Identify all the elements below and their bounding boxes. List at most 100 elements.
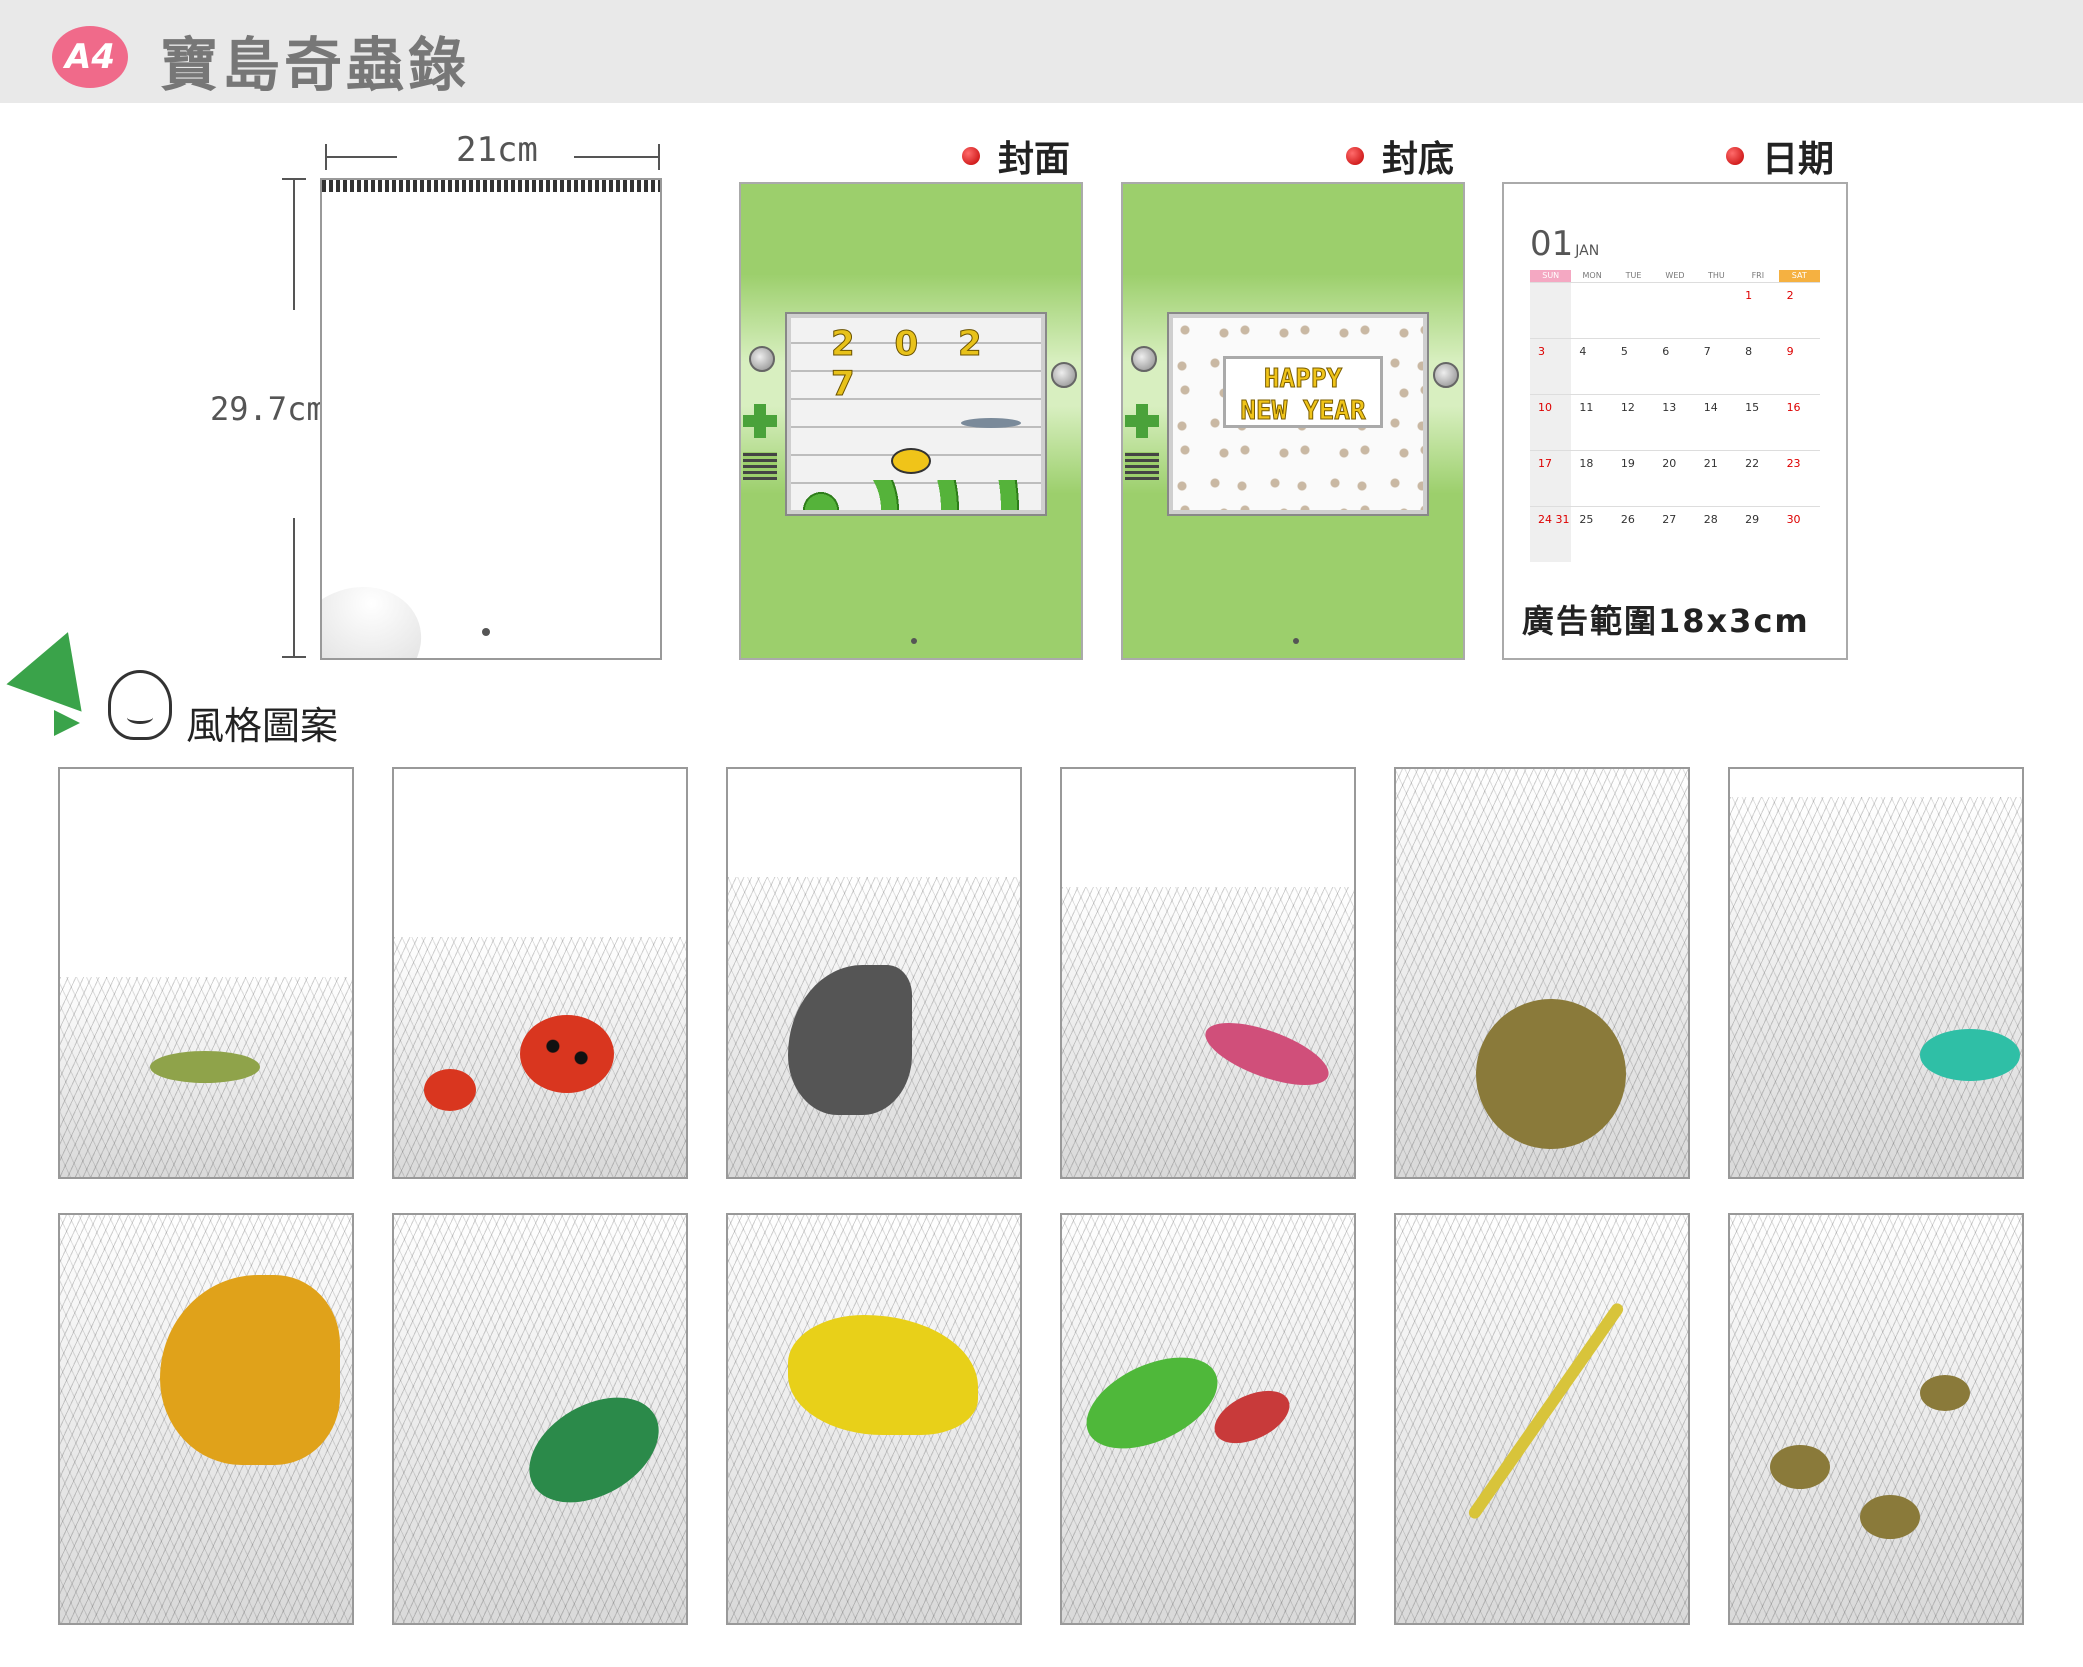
- cover-label-text: 封面: [998, 139, 1071, 180]
- cover-section-label: 封面: [962, 130, 1070, 182]
- greeting-box: HAPPY NEW YEAR: [1223, 356, 1383, 428]
- day-cell: 18: [1579, 457, 1594, 470]
- butterfly-icon: [891, 448, 931, 474]
- style-thumbnail-swallowtail[interactable]: [726, 767, 1022, 1179]
- day-cell: 16: [1786, 401, 1801, 414]
- day-cell: 21: [1703, 457, 1718, 470]
- day-cell: 26: [1620, 513, 1635, 526]
- calendar-week-row: 24 31 25 26 27 28 29 30: [1530, 506, 1820, 562]
- day-cell: 11: [1579, 401, 1594, 414]
- back-section-label: 封底: [1346, 130, 1454, 182]
- month-abbr: JAN: [1575, 243, 1600, 259]
- knob-icon: [749, 346, 775, 372]
- day-cell: 9: [1786, 345, 1794, 358]
- style-thumbnail-ladybug[interactable]: [392, 767, 688, 1179]
- page-title: 寶島奇蟲錄: [160, 31, 471, 99]
- width-dim-tick-right: [658, 144, 660, 170]
- doodle-face-icon: [108, 670, 172, 740]
- day-cell: 6: [1662, 345, 1670, 358]
- day-cell: 13: [1662, 401, 1677, 414]
- day-cell: 28: [1703, 513, 1718, 526]
- grille-icon: [743, 452, 777, 480]
- day-cell: [1696, 283, 1737, 338]
- back-preview: HAPPY NEW YEAR: [1121, 182, 1465, 660]
- day-cell: 5: [1620, 345, 1628, 358]
- width-dim-line-right: [574, 156, 658, 158]
- plus-icon: [1125, 404, 1159, 438]
- weekday-label: WED: [1665, 271, 1685, 280]
- style-thumbnail-grasshopper[interactable]: [58, 767, 354, 1179]
- day-cell: 14: [1703, 401, 1718, 414]
- day-cell: 10: [1530, 395, 1572, 450]
- weekday-label: TUE: [1625, 271, 1642, 280]
- bullet-dot-icon: [1726, 147, 1744, 165]
- day-cell: 7: [1703, 345, 1711, 358]
- width-dim-line-left: [325, 156, 397, 158]
- knob-icon: [1051, 362, 1077, 388]
- cover-frame: 2 0 2 7: [785, 312, 1047, 516]
- cover-preview: 2 0 2 7: [739, 182, 1083, 660]
- day-cell: 12: [1620, 401, 1635, 414]
- day-cell: [1654, 283, 1695, 338]
- height-dim-tick-bottom: [282, 656, 306, 658]
- style-thumbnail-jewel-beetle[interactable]: [392, 1213, 688, 1625]
- knob-icon: [1433, 362, 1459, 388]
- day-cell: 15: [1745, 401, 1760, 414]
- month-heading: 01 JAN: [1530, 224, 1599, 264]
- hanging-hole: [482, 628, 490, 636]
- day-cell: 25: [1579, 513, 1594, 526]
- calendar-week-row: 1 2: [1530, 282, 1820, 338]
- day-cell: 3: [1530, 339, 1572, 394]
- style-thumbnail-dragonfly[interactable]: [1394, 1213, 1690, 1625]
- grasshopper-icon: [150, 1051, 260, 1083]
- style-thumbnail-teal-beetle[interactable]: [1728, 767, 2024, 1179]
- day-cell: 22: [1745, 457, 1760, 470]
- beetle-icon: [1920, 1375, 1970, 1411]
- style-thumbnail-orange-butterfly[interactable]: [58, 1213, 354, 1625]
- style-thumbnail-red-beetle[interactable]: [1060, 767, 1356, 1179]
- bullet-dot-icon: [962, 147, 980, 165]
- day-cell: 19: [1620, 457, 1635, 470]
- date-page-preview: 01 JAN SUN MON TUE WED THU FRI SAT 1 2 3 …: [1502, 182, 1848, 660]
- style-thumbnail-green-beetle[interactable]: [1060, 1213, 1356, 1625]
- date-section-label: 日期: [1726, 130, 1834, 182]
- height-dim-line-bottom: [293, 518, 295, 658]
- day-cell: 4: [1579, 345, 1587, 358]
- greeting-line-1: HAPPY: [1263, 364, 1343, 395]
- beetle-icon: [1920, 1029, 2020, 1081]
- style-thumbnail-birdwing[interactable]: [726, 1213, 1022, 1625]
- day-cell: 2: [1786, 289, 1794, 302]
- day-cell: 23: [1786, 457, 1801, 470]
- back-label-text: 封底: [1382, 139, 1455, 180]
- style-thumbnail-dung-beetles[interactable]: [1728, 1213, 2024, 1625]
- grille-icon: [1125, 452, 1159, 480]
- weekday-label: SUN: [1530, 270, 1572, 282]
- calendar-week-row: 10 11 12 13 14 15 16: [1530, 394, 1820, 450]
- cover-year: 2 0 2 7: [831, 324, 996, 405]
- day-cell: 8: [1745, 345, 1753, 358]
- bullet-dot-icon: [1346, 147, 1364, 165]
- leaf-border: [791, 480, 1041, 510]
- date-label-text: 日期: [1762, 139, 1835, 180]
- ladybug-icon: [520, 1015, 614, 1093]
- height-label: 29.7cm: [210, 390, 326, 428]
- green-triangle-icon: [6, 618, 106, 712]
- weekday-header: SUN MON TUE WED THU FRI SAT: [1530, 270, 1820, 282]
- day-cell: [1530, 283, 1572, 338]
- day-cell: 20: [1662, 457, 1677, 470]
- header-bar: A4 寶島奇蟲錄: [0, 0, 2083, 103]
- day-cell: 24 31: [1530, 507, 1572, 562]
- style-thumbnail-cicada[interactable]: [1394, 767, 1690, 1179]
- knob-icon: [1131, 346, 1157, 372]
- width-label: 21cm: [456, 130, 538, 170]
- day-cell: [1613, 283, 1654, 338]
- beetle-icon: [1860, 1495, 1920, 1539]
- page-curl: [322, 570, 436, 658]
- calendar-week-row: 17 18 19 20 21 22 23: [1530, 450, 1820, 506]
- month-number: 01: [1530, 224, 1574, 264]
- weekday-label: THU: [1708, 271, 1725, 280]
- day-cell: 1: [1745, 289, 1753, 302]
- day-cell: 30: [1786, 513, 1801, 526]
- day-cell: 29: [1745, 513, 1760, 526]
- calendar-week-row: 3 4 5 6 7 8 9: [1530, 338, 1820, 394]
